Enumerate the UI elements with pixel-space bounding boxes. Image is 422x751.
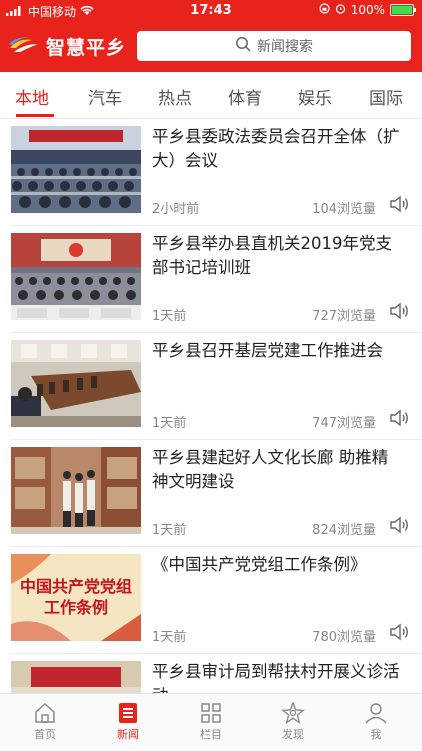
- news-title: 平乡县委政法委员会召开全体（扩大）会议: [152, 127, 400, 170]
- status-right: 100%: [319, 3, 416, 17]
- news-thumbnail: [11, 233, 141, 320]
- nav-label: 栏目: [200, 728, 222, 741]
- news-thumbnail: [11, 447, 141, 534]
- discover-icon: [263, 702, 323, 724]
- nav-me[interactable]: 我: [346, 702, 406, 742]
- news-item[interactable]: 中国共产党党组工作条例 《中国共产党党组工作条例》 1天前 780浏览量: [0, 547, 422, 654]
- speaker-icon[interactable]: [388, 300, 410, 322]
- search-placeholder: 新闻搜索: [257, 39, 313, 55]
- news-item[interactable]: 平乡县委政法委员会召开全体（扩大）会议 2小时前 104浏览量: [0, 119, 422, 226]
- tab-hot[interactable]: 热点: [158, 84, 192, 109]
- home-icon: [15, 702, 75, 724]
- news-title: 平乡县举办县直机关2019年党支部书记培训班: [152, 234, 392, 277]
- news-title: 《中国共产党党组工作条例》: [152, 555, 367, 574]
- news-icon: [98, 702, 158, 724]
- search-input[interactable]: 新闻搜索: [137, 31, 411, 61]
- news-time: 1天前: [152, 309, 187, 324]
- news-item[interactable]: 平乡县审计局到帮扶村开展义诊活动: [0, 654, 422, 693]
- battery-percent: 100%: [350, 3, 385, 17]
- news-thumbnail: 中国共产党党组工作条例: [11, 554, 141, 641]
- status-bar: 中国移动 17:43 100%: [0, 0, 422, 22]
- tab-auto[interactable]: 汽车: [88, 84, 122, 109]
- news-list: 平乡县委政法委员会召开全体（扩大）会议 2小时前 104浏览量 平乡县举办县直机…: [0, 119, 422, 693]
- nav-label: 首页: [34, 728, 56, 741]
- news-views: 727浏览量: [312, 309, 376, 324]
- nav-label: 我: [370, 728, 382, 741]
- news-views: 747浏览量: [312, 416, 376, 431]
- nav-home[interactable]: 首页: [15, 702, 75, 742]
- news-time: 2小时前: [152, 202, 200, 217]
- news-time: 1天前: [152, 523, 187, 538]
- user-icon: [346, 702, 406, 724]
- alarm-icon: [335, 3, 346, 17]
- app-logo: 智慧平乡: [8, 33, 126, 60]
- speaker-icon[interactable]: [388, 621, 410, 643]
- news-thumbnail: [11, 126, 141, 213]
- speaker-icon[interactable]: [388, 193, 410, 215]
- news-views: 104浏览量: [312, 202, 376, 217]
- news-item[interactable]: 平乡县举办县直机关2019年党支部书记培训班 1天前 727浏览量: [0, 226, 422, 333]
- active-tab-indicator: [16, 114, 54, 117]
- nav-discover[interactable]: 发现: [263, 702, 323, 742]
- tab-entertainment[interactable]: 娱乐: [298, 84, 332, 109]
- news-thumbnail: [11, 340, 141, 427]
- speaker-icon[interactable]: [388, 514, 410, 536]
- tab-international[interactable]: 国际: [369, 84, 403, 109]
- news-time: 1天前: [152, 416, 187, 431]
- speaker-icon[interactable]: [388, 407, 410, 429]
- app-name: 智慧平乡: [46, 37, 127, 59]
- rotation-lock-icon: [319, 3, 330, 17]
- news-title: 平乡县审计局到帮扶村开展义诊活动: [152, 662, 400, 693]
- tab-sports[interactable]: 体育: [228, 84, 262, 109]
- news-title: 平乡县建起好人文化长廊 助推精神文明建设: [152, 448, 389, 491]
- thumbnail-caption: 中国共产党党组工作条例: [19, 577, 132, 617]
- grid-icon: [181, 702, 241, 724]
- news-item[interactable]: 平乡县建起好人文化长廊 助推精神文明建设 1天前 824浏览量: [0, 440, 422, 547]
- category-tabs: 本地 汽车 热点 体育 娱乐 国际: [0, 72, 422, 119]
- news-views: 824浏览量: [312, 523, 376, 538]
- nav-label: 发现: [282, 728, 304, 741]
- nav-news[interactable]: 新闻: [98, 702, 158, 742]
- news-title: 平乡县召开基层党建工作推进会: [152, 341, 383, 360]
- news-item[interactable]: 平乡县召开基层党建工作推进会 1天前 747浏览量: [0, 333, 422, 440]
- news-views: 780浏览量: [312, 630, 376, 645]
- app-header: 中国移动 17:43 100% 智慧平乡 新闻搜索: [0, 0, 422, 72]
- nav-columns[interactable]: 栏目: [181, 702, 241, 742]
- search-icon: [235, 36, 251, 56]
- news-time: 1天前: [152, 630, 187, 645]
- bottom-nav: 首页 新闻 栏目 发现 我: [0, 693, 422, 751]
- news-thumbnail: [11, 661, 141, 693]
- logo-mark-icon: [8, 36, 40, 58]
- battery-icon: [390, 4, 416, 16]
- tab-local[interactable]: 本地: [15, 84, 49, 109]
- nav-label: 新闻: [117, 728, 139, 741]
